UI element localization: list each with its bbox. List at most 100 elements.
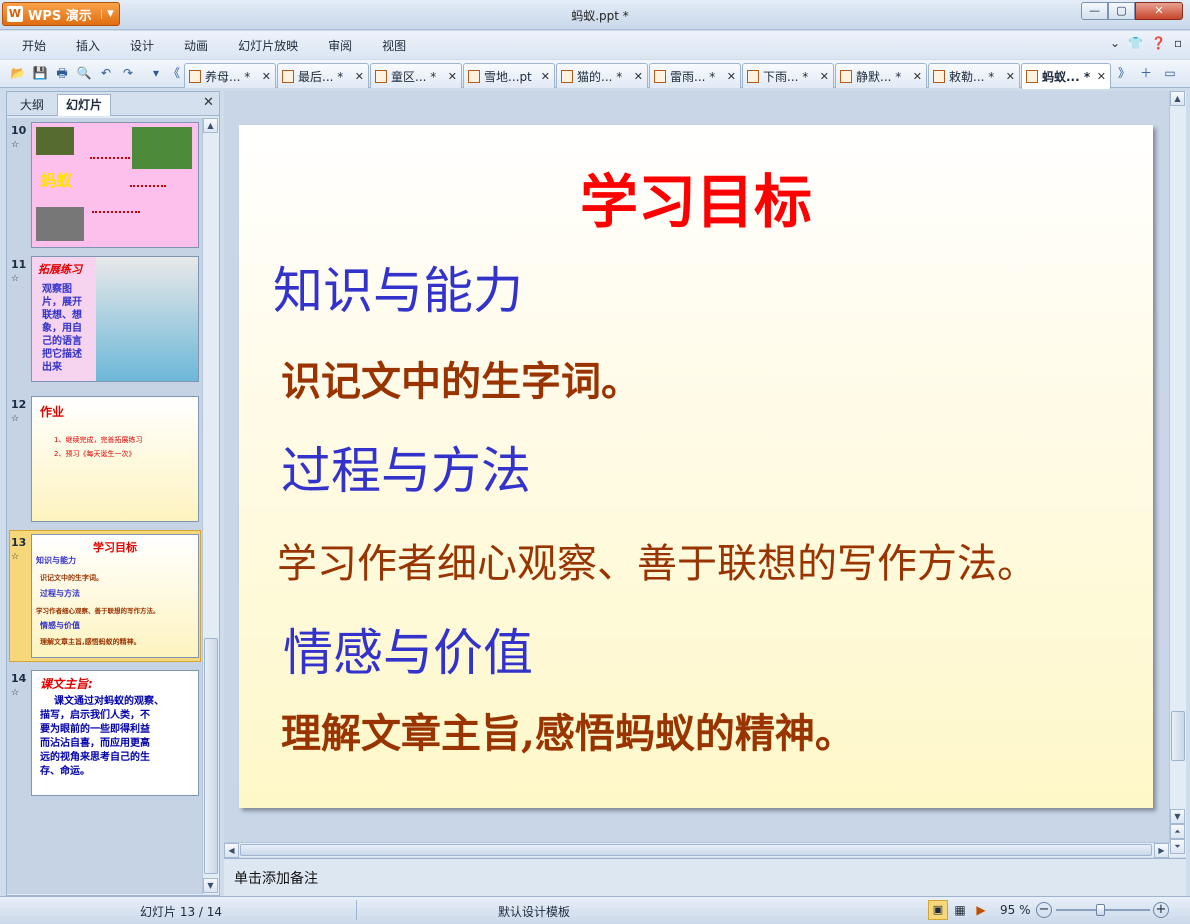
collapse-ribbon-icon[interactable]: ⌄ (1110, 36, 1120, 50)
slide-title[interactable]: 学习目标 (239, 155, 1153, 239)
thumb-title: 学习目标 (93, 541, 137, 554)
animation-star-icon: ☆ (11, 552, 20, 562)
scroll-left-icon[interactable]: ◀ (224, 843, 239, 858)
tabs-left-icon[interactable]: 《 (166, 65, 182, 81)
menu-insert[interactable]: 插入 (61, 37, 115, 54)
menu-review[interactable]: 审阅 (313, 37, 367, 54)
ppt-file-icon (189, 69, 201, 83)
doc-tab[interactable]: 静默... * ✕ (835, 63, 927, 88)
slide-thumbnail-11[interactable]: 拓展练习 观察图 片，展开 联想、想 象，用自 己的语言 把它描述 出来 (31, 256, 199, 382)
minimize-button[interactable]: — (1081, 2, 1108, 20)
undo-icon[interactable]: ↶ (98, 65, 114, 81)
slideshow-icon[interactable]: ▶ (972, 901, 990, 919)
animation-star-icon: ☆ (11, 140, 20, 150)
next-slide-icon[interactable]: ⏷ (1170, 839, 1185, 854)
close-tab-icon[interactable]: ✕ (1091, 70, 1106, 83)
zoom-in-icon[interactable]: + (1153, 902, 1169, 918)
section-heading[interactable]: 知识与能力 (273, 251, 523, 323)
scroll-thumb[interactable] (204, 638, 218, 874)
doc-tab-active[interactable]: 蚂蚁... * ✕ (1021, 63, 1111, 89)
new-tab-icon[interactable]: ＋ (1138, 65, 1154, 81)
save-icon[interactable]: 💾 (32, 65, 48, 81)
ant-photo (132, 127, 192, 169)
prev-slide-icon[interactable]: ⏶ (1170, 824, 1185, 839)
menu-animation[interactable]: 动画 (169, 37, 223, 54)
main-horizontal-scrollbar[interactable]: ◀ ▶ (224, 842, 1170, 858)
close-tab-icon[interactable]: ✕ (256, 70, 271, 83)
print-preview-icon[interactable]: 🔍 (76, 65, 92, 81)
thumb-body: 学习作者细心观察、善于联想的写作方法。 (36, 607, 160, 615)
tab-outline[interactable]: 大纲 (11, 94, 53, 116)
section-heading[interactable]: 情感与价值 (283, 613, 533, 685)
wps-app-menu-button[interactable]: W WPS 演示 ▼ (2, 2, 120, 26)
template-name[interactable]: 默认设计模板 (498, 903, 570, 920)
skin-icon[interactable]: 👕 (1128, 36, 1143, 50)
doc-tab[interactable]: 童区... * ✕ (370, 63, 462, 88)
scroll-up-icon[interactable]: ▲ (1170, 91, 1185, 106)
section-body[interactable]: 理解文章主旨,感悟蚂蚁的精神。 (281, 701, 855, 759)
tab-list-icon[interactable]: ▭ (1162, 65, 1178, 81)
tab-slides[interactable]: 幻灯片 (57, 94, 112, 116)
close-tab-icon[interactable]: ✕ (349, 70, 364, 83)
ppt-file-icon (375, 69, 387, 83)
close-tab-icon[interactable]: ✕ (907, 70, 922, 83)
restore-icon[interactable]: ▫ (1174, 36, 1182, 50)
menu-home[interactable]: 开始 (0, 37, 61, 54)
thumb-title: 作业 (40, 405, 65, 419)
help-icon[interactable]: ❓ (1151, 36, 1166, 50)
zoom-out-icon[interactable]: − (1036, 902, 1052, 918)
animation-star-icon: ☆ (11, 414, 20, 424)
scroll-down-icon[interactable]: ▼ (203, 878, 218, 893)
main-vertical-scrollbar[interactable]: ▲ ▼ ⏶ ⏷ (1169, 91, 1186, 857)
zoom-level[interactable]: 95 % (1000, 903, 1031, 917)
slide-number: 10 (11, 124, 27, 137)
current-slide[interactable]: 学习目标 知识与能力 识记文中的生字词。 过程与方法 学习作者细心观察、善于联想… (239, 125, 1153, 808)
scroll-thumb[interactable] (1171, 711, 1185, 761)
menu-slideshow[interactable]: 幻灯片放映 (223, 37, 313, 54)
thumbnail-scrollbar[interactable]: ▲ ▼ (202, 118, 219, 894)
doc-tab[interactable]: 雪地...pt ✕ (463, 63, 555, 88)
tabs-right-icon[interactable]: 》 (1116, 65, 1132, 81)
menu-view[interactable]: 视图 (367, 37, 421, 54)
zoom-slider-thumb[interactable] (1096, 904, 1105, 916)
close-tab-icon[interactable]: ✕ (1000, 70, 1015, 83)
slide-sorter-icon[interactable]: ▦ (951, 901, 969, 919)
doc-tab[interactable]: 敕勒... * ✕ (928, 63, 1020, 88)
notes-pane[interactable]: 单击添加备注 (224, 858, 1186, 896)
menu-design[interactable]: 设计 (115, 37, 169, 54)
scroll-thumb[interactable] (240, 844, 1152, 856)
scroll-up-icon[interactable]: ▲ (203, 118, 218, 133)
doc-tab[interactable]: 雷雨... * ✕ (649, 63, 741, 88)
redo-icon[interactable]: ↷ (120, 65, 136, 81)
section-heading[interactable]: 过程与方法 (281, 431, 531, 503)
normal-view-icon[interactable]: ▣ (928, 900, 948, 920)
doc-tab[interactable]: 最后... * ✕ (277, 63, 369, 88)
doc-tab[interactable]: 养母... * ✕ (184, 63, 276, 88)
customize-icon[interactable]: ▾ (148, 65, 164, 81)
close-window-button[interactable]: ✕ (1135, 2, 1183, 20)
scroll-right-icon[interactable]: ▶ (1154, 843, 1169, 858)
maximize-button[interactable]: ▢ (1108, 2, 1135, 20)
thumb-text: 课文通过对蚂蚁的观察、 描写，启示我们人类，不 要为眼前的一些即得利益 而沾沾自… (40, 696, 164, 777)
slide-thumbnail-13[interactable]: 学习目标 知识与能力 识记文中的生字词。 过程与方法 学习作者细心观察、善于联想… (31, 534, 199, 658)
thumb-text-lines (92, 211, 140, 241)
open-icon[interactable]: 📂 (10, 65, 26, 81)
scroll-down-icon[interactable]: ▼ (1170, 809, 1185, 824)
print-icon[interactable]: 🖶 (54, 65, 70, 81)
section-body[interactable]: 识记文中的生字词。 (281, 349, 641, 407)
slide-thumbnail-12[interactable]: 作业 1、继续完成，完善拓展练习 2、预习《每天诞生一次》 (31, 396, 199, 522)
ppt-file-icon (747, 69, 759, 83)
close-tab-icon[interactable]: ✕ (721, 70, 736, 83)
section-body[interactable]: 学习作者细心观察、善于联想的写作方法。 (277, 531, 1037, 589)
close-tab-icon[interactable]: ✕ (628, 70, 643, 83)
doc-tab[interactable]: 下雨... * ✕ (742, 63, 834, 88)
close-pane-icon[interactable]: ✕ (203, 95, 214, 110)
close-tab-icon[interactable]: ✕ (442, 70, 457, 83)
slide-number: 13 (11, 536, 27, 549)
close-tab-icon[interactable]: ✕ (814, 70, 829, 83)
close-tab-icon[interactable]: ✕ (535, 70, 550, 83)
slide-thumbnail-14[interactable]: 课文主旨: 课文通过对蚂蚁的观察、 描写，启示我们人类，不 要为眼前的一些即得利… (31, 670, 199, 796)
slide-thumbnail-10[interactable]: 蚂蚁 (31, 122, 199, 248)
slide-position: 幻灯片 13 / 14 (140, 905, 223, 919)
doc-tab[interactable]: 猫的... * ✕ (556, 63, 648, 88)
